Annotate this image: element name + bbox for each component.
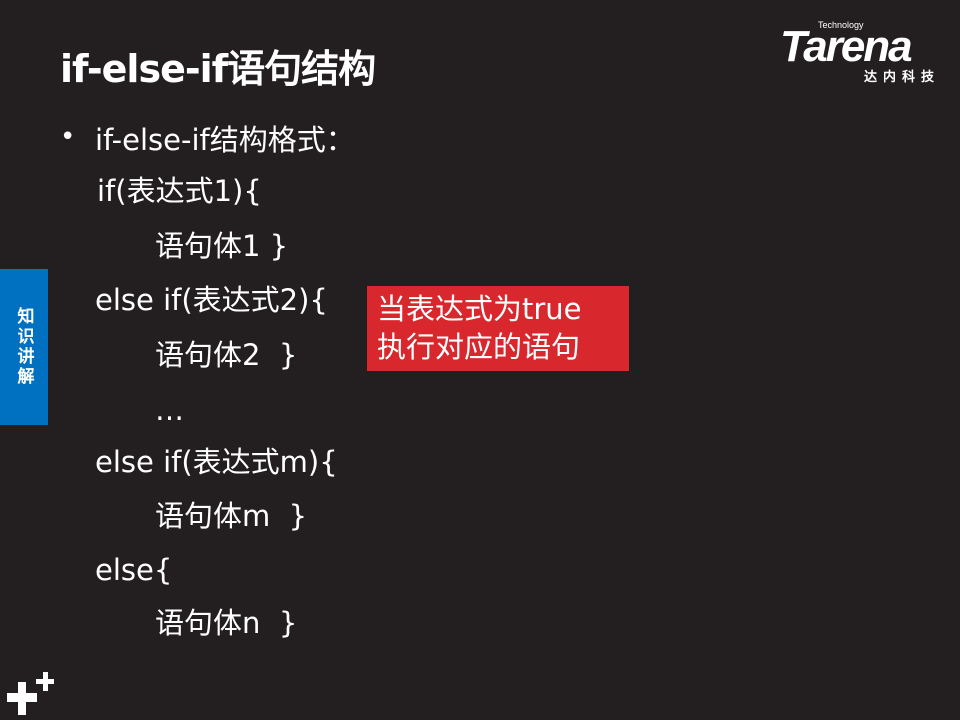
code-line: else if(表达式2){	[95, 283, 328, 317]
bullet-icon: •	[60, 122, 76, 152]
code-line: …	[155, 393, 184, 427]
code-line: 语句体n }	[155, 606, 298, 640]
code-line: 语句体2 }	[155, 338, 298, 372]
note-line: 执行对应的语句	[377, 330, 581, 364]
code-line: 语句体1 }	[155, 229, 289, 263]
tarena-logo: Technology Tarena 达内科技	[780, 18, 950, 88]
side-tab-label: 知识讲解	[13, 307, 34, 387]
code-line: if-else-if结构格式：	[95, 123, 355, 157]
code-line: else if(表达式m){	[95, 445, 338, 479]
logo-brand: Tarena	[780, 22, 913, 71]
code-line: 语句体m }	[155, 499, 308, 533]
note-callout: 当表达式为true 执行对应的语句	[367, 286, 629, 371]
slide-title: if-else-if语句结构	[60, 47, 376, 91]
plus-icon	[7, 672, 54, 715]
code-line: if(表达式1){	[97, 174, 262, 208]
logo-subtitle: 达内科技	[864, 70, 941, 85]
code-line: else{	[95, 553, 173, 587]
note-line: 当表达式为true	[377, 292, 582, 326]
side-tab-knowledge: 知识讲解	[0, 269, 48, 425]
